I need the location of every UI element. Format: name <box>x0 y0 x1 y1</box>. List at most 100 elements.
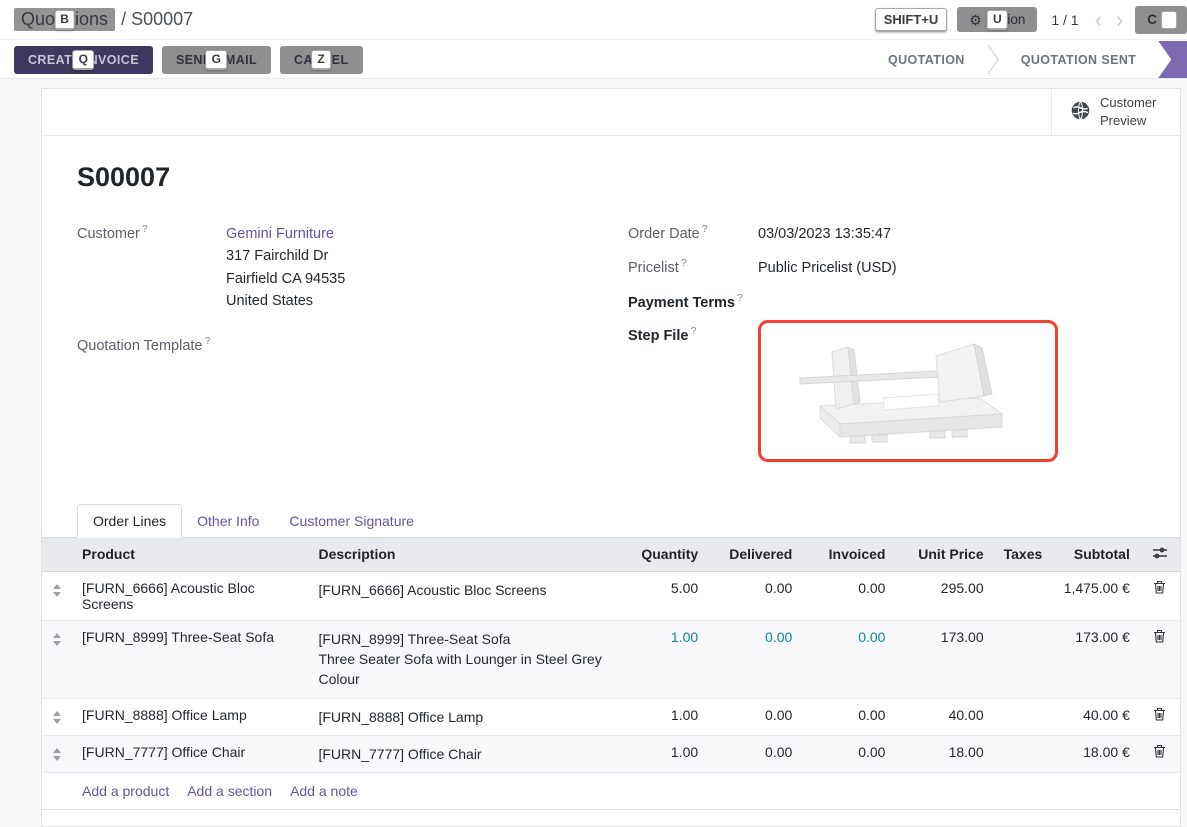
cell-quantity[interactable]: 1.00 <box>614 620 708 698</box>
cell-taxes[interactable] <box>994 571 1045 620</box>
add-section-link[interactable]: Add a section <box>187 783 272 799</box>
column-subtotal: Subtotal <box>1045 538 1140 572</box>
tab-order-lines[interactable]: Order Lines <box>77 504 182 538</box>
column-quantity: Quantity <box>614 538 708 572</box>
cell-quantity[interactable]: 5.00 <box>614 571 708 620</box>
cell-unit-price[interactable]: 295.00 <box>895 571 993 620</box>
status-step-quotation-sent[interactable]: QUOTATION SENT <box>999 41 1159 78</box>
sort-up-icon <box>53 633 61 638</box>
cell-subtotal: 18.00 € <box>1045 735 1140 772</box>
send-email-button[interactable]: SEND EMAIL G <box>162 46 271 74</box>
order-date-label: Order Date? <box>628 223 758 245</box>
status-bar: QUOTATION QUOTATION SENT SALES ORDER <box>866 41 1187 78</box>
cell-product[interactable]: [FURN_8888] Office Lamp <box>72 698 308 735</box>
cell-delivered[interactable]: 0.00 <box>708 735 802 772</box>
cell-product[interactable]: [FURN_8999] Three-Seat Sofa <box>72 620 308 698</box>
cell-quantity[interactable]: 1.00 <box>614 698 708 735</box>
step-file-preview[interactable] <box>758 320 1058 462</box>
order-date-value[interactable]: 03/03/2023 13:35:47 <box>758 223 891 245</box>
field-payment-terms[interactable]: Payment Terms? <box>628 292 1145 311</box>
hotkey-overlay-b: B <box>54 10 75 30</box>
delete-row-icon[interactable] <box>1153 744 1166 758</box>
cell-invoiced[interactable]: 0.00 <box>802 620 895 698</box>
sort-up-icon <box>53 711 61 716</box>
row-drag-handle[interactable] <box>42 571 72 620</box>
row-drag-handle[interactable] <box>42 620 72 698</box>
cell-invoiced[interactable]: 0.00 <box>802 571 895 620</box>
table-row: [FURN_8888] Office Lamp [FURN_8888] Offi… <box>42 698 1180 735</box>
optional-columns-icon[interactable] <box>1152 546 1168 560</box>
delete-row-icon[interactable] <box>1153 580 1166 594</box>
breadcrumb-quotations[interactable]: Quotations B <box>14 8 115 31</box>
sort-down-icon <box>53 592 61 597</box>
column-invoiced: Invoiced <box>802 538 895 572</box>
top-bar: Quotations B / S00007 SHIFT+U ⚙ Action U… <box>0 0 1187 40</box>
action-menu-button[interactable]: ⚙ Action U <box>957 7 1037 32</box>
cutoff-button-label: C <box>1147 12 1157 27</box>
cell-unit-price[interactable]: 173.00 <box>895 620 993 698</box>
pager-value[interactable]: 1 / 1 <box>1051 12 1078 28</box>
table-row: [FURN_8999] Three-Seat Sofa [FURN_8999] … <box>42 620 1180 698</box>
field-step-file: Step File? <box>628 325 1145 462</box>
row-drag-handle[interactable] <box>42 698 72 735</box>
help-icon: ? <box>204 335 210 347</box>
cell-unit-price[interactable]: 18.00 <box>895 735 993 772</box>
cell-product[interactable]: [FURN_7777] Office Chair <box>72 735 308 772</box>
hotkey-overlay-u: U <box>987 10 1008 30</box>
cell-delivered[interactable]: 0.00 <box>708 620 802 698</box>
cell-delivered[interactable]: 0.00 <box>708 571 802 620</box>
sort-up-icon <box>53 584 61 589</box>
globe-icon <box>1070 100 1091 124</box>
field-quotation-template[interactable]: Quotation Template? <box>77 335 628 354</box>
hotkey-overlay-g: G <box>206 50 228 70</box>
cell-unit-price[interactable]: 40.00 <box>895 698 993 735</box>
page-title: S00007 <box>77 162 1145 193</box>
field-order-date: Order Date? 03/03/2023 13:35:47 <box>628 223 1145 245</box>
create-invoice-button[interactable]: CREATE INVOICE Q <box>14 46 153 74</box>
cell-subtotal: 40.00 € <box>1045 698 1140 735</box>
cell-subtotal: 173.00 € <box>1045 620 1140 698</box>
cell-description[interactable]: [FURN_6666] Acoustic Bloc Screens <box>308 571 614 620</box>
order-lines-table: Product Description Quantity Delivered I… <box>42 538 1180 810</box>
handle-column-header <box>42 538 72 572</box>
cell-subtotal: 1,475.00 € <box>1045 571 1140 620</box>
cell-taxes[interactable] <box>994 735 1045 772</box>
cell-delivered[interactable]: 0.00 <box>708 698 802 735</box>
row-drag-handle[interactable] <box>42 735 72 772</box>
breadcrumb-current: S00007 <box>131 9 193 29</box>
cell-invoiced[interactable]: 0.00 <box>802 698 895 735</box>
pricelist-value[interactable]: Public Pricelist (USD) <box>758 257 897 279</box>
field-grid: Customer? Gemini Furniture 317 Fairchild… <box>77 223 1145 474</box>
customer-link[interactable]: Gemini Furniture <box>226 226 334 242</box>
add-links-row: Add a product Add a section Add a note <box>42 773 1180 810</box>
tab-other-info[interactable]: Other Info <box>182 505 274 537</box>
pager-next-icon[interactable]: › <box>1114 9 1125 31</box>
status-step-quotation[interactable]: QUOTATION <box>866 41 987 78</box>
cell-taxes[interactable] <box>994 620 1045 698</box>
gear-icon: ⚙ <box>969 13 982 27</box>
cell-description[interactable]: [FURN_8888] Office Lamp <box>308 698 614 735</box>
cell-taxes[interactable] <box>994 698 1045 735</box>
cell-product[interactable]: [FURN_6666] Acoustic Bloc Screens <box>72 571 308 620</box>
hotkey-overlay-shift-u: SHIFT+U <box>875 8 948 32</box>
cutoff-button[interactable]: C <box>1135 6 1187 34</box>
delete-row-icon[interactable] <box>1153 707 1166 721</box>
column-description: Description <box>308 538 614 572</box>
customer-preview-button[interactable]: Customer Preview <box>1051 89 1180 135</box>
cell-description[interactable]: [FURN_8999] Three-Seat Sofa Three Seater… <box>308 620 614 698</box>
cell-description[interactable]: [FURN_7777] Office Chair <box>308 735 614 772</box>
customer-field-value: Gemini Furniture 317 Fairchild Dr Fairfi… <box>226 223 345 313</box>
breadcrumb: / S00007 <box>121 9 193 30</box>
add-note-link[interactable]: Add a note <box>290 783 358 799</box>
tab-customer-signature[interactable]: Customer Signature <box>274 505 429 537</box>
cancel-button[interactable]: CANCEL Z <box>280 46 362 74</box>
delete-row-icon[interactable] <box>1153 629 1166 643</box>
sort-down-icon <box>53 719 61 724</box>
pager-previous-icon[interactable]: ‹ <box>1093 9 1104 31</box>
cell-invoiced[interactable]: 0.00 <box>802 735 895 772</box>
help-icon: ? <box>737 292 743 304</box>
column-delivered: Delivered <box>708 538 802 572</box>
status-step-sales-order[interactable]: SALES ORDER <box>1158 41 1187 78</box>
cell-quantity[interactable]: 1.00 <box>614 735 708 772</box>
add-product-link[interactable]: Add a product <box>82 783 169 799</box>
